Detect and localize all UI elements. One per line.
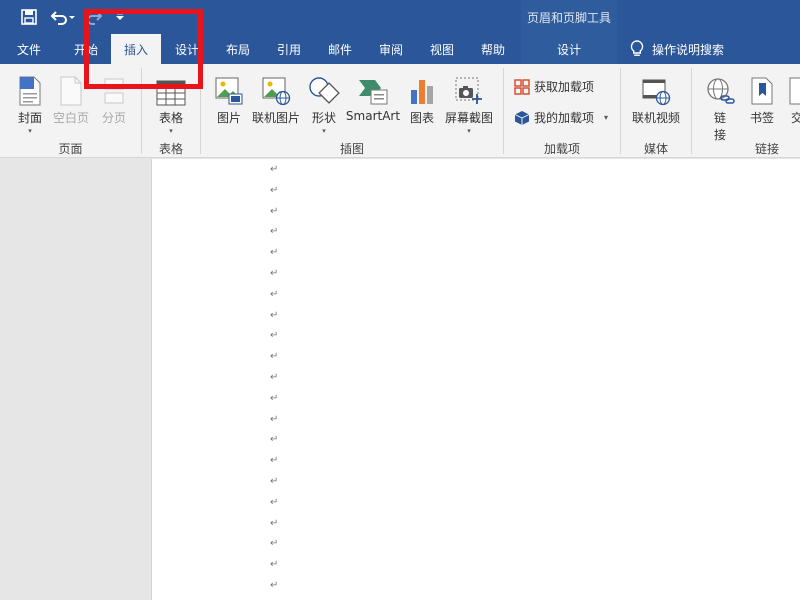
online-video-button[interactable]: 联机视频 [628,64,684,126]
screenshot-icon [454,70,484,106]
paragraph-mark: ↵ [270,476,279,487]
title-bar: 页眉和页脚工具 [0,0,800,34]
chevron-down-icon: ▾ [322,127,326,135]
tab-insert[interactable]: 插入 [111,34,161,64]
group-label-illustrations: 插图 [339,142,364,156]
paragraph-mark: ↵ [270,538,279,550]
cross-reference-button[interactable]: 交 [782,64,800,126]
paragraph-mark: ↵ [270,309,279,321]
ribbon-tabs: 文件 开始 插入 设计 布局 引用 邮件 审阅 视图 帮助 设计 操作说明搜索 [0,34,800,64]
paragraph-mark: ↵ [270,580,279,591]
tab-home[interactable]: 开始 [60,34,112,64]
tab-review[interactable]: 审阅 [366,34,416,64]
paragraph-mark: ↵ [270,517,279,529]
online-video-icon [641,70,671,106]
blank-page-icon [59,70,83,106]
tell-me-search[interactable]: 操作说明搜索 [630,34,724,64]
tab-mailings[interactable]: 邮件 [315,34,365,64]
paragraph-mark: ↵ [270,330,279,342]
chevron-down-icon: ▾ [467,127,471,135]
tab-view[interactable]: 视图 [417,34,467,64]
document-margin-area [0,159,151,600]
paragraph-mark: ↵ [270,164,279,175]
chevron-down-icon: ▾ [28,127,32,135]
page-break-icon [102,70,126,106]
redo-icon[interactable] [82,6,108,28]
group-label-tables: 表格 [158,142,183,156]
paragraph-mark: ↵ [270,184,279,196]
addin-cube-icon [514,110,530,125]
tab-references[interactable]: 引用 [264,34,314,64]
link-globe-icon [705,70,735,106]
context-tool-title: 页眉和页脚工具 [521,0,617,34]
shapes-icon [308,70,340,106]
group-label-links: 链接 [754,142,779,156]
paragraph-mark: ↵ [270,247,279,259]
table-button[interactable]: 表格 ▾ [148,64,194,135]
table-icon [156,70,186,106]
bookmark-icon [749,70,775,106]
paragraph-mark: ↵ [270,226,279,238]
paragraph-mark: ↵ [270,288,279,300]
undo-icon[interactable] [48,6,76,28]
my-addins-button[interactable]: 我的加载项 ▾ [514,109,608,126]
group-label-media: 媒体 [643,142,668,156]
picture-icon [214,70,244,106]
tell-me-label: 操作说明搜索 [652,42,725,57]
screenshot-button[interactable]: 屏幕截图 ▾ [441,64,497,135]
cross-reference-icon [788,70,800,106]
ribbon-insert: 封面 ▾ 空白页 分页 页面 表格 ▾ 表格 图片 联机图片 形状 ▾ Smar… [0,64,800,158]
customize-qat-icon[interactable] [112,6,128,28]
cover-page-button[interactable]: 封面 ▾ [10,64,50,135]
shapes-button[interactable]: 形状 ▾ [305,64,343,135]
link-button[interactable]: 链 接 [700,64,740,143]
smartart-button[interactable]: SmartArt [344,64,402,123]
online-pictures-button[interactable]: 联机图片 [249,64,303,126]
chart-icon [408,70,436,106]
paragraph-mark: ↵ [270,372,279,383]
paragraph-mark: ↵ [270,559,279,571]
tab-file[interactable]: 文件 [4,34,54,64]
tab-help[interactable]: 帮助 [468,34,518,64]
paragraph-mark: ↵ [270,392,279,404]
paragraph-mark: ↵ [270,351,279,363]
blank-page-button[interactable]: 空白页 [50,64,92,126]
tab-design[interactable]: 设计 [162,34,212,64]
paragraph-mark: ↵ [270,268,279,279]
document-page[interactable]: ↵ ↵ ↵ ↵ ↵ ↵ ↵ ↵ ↵ ↵ ↵ ↵ ↵ ↵ ↵ ↵ ↵ ↵ ↵ ↵ ↵ [151,159,800,600]
paragraph-mark: ↵ [270,455,279,467]
chart-button[interactable]: 图表 [404,64,440,126]
paragraph-mark: ↵ [270,434,279,446]
online-picture-icon [261,70,291,106]
lightbulb-icon [630,40,644,56]
chevron-down-icon: ▾ [169,127,173,135]
group-label-pages: 页面 [58,142,83,156]
smartart-icon [357,70,389,106]
save-icon[interactable] [18,6,40,28]
group-label-addins: 加载项 [543,142,580,156]
pictures-button[interactable]: 图片 [209,64,249,126]
tab-header-footer-design[interactable]: 设计 [521,34,617,64]
paragraph-mark: ↵ [270,496,279,508]
paragraph-mark: ↵ [270,413,279,425]
page-break-button[interactable]: 分页 [94,64,134,126]
bookmark-button[interactable]: 书签 [744,64,780,126]
paragraph-mark: ↵ [270,205,279,217]
cover-page-icon [18,70,42,106]
store-icon [514,78,530,95]
tab-layout[interactable]: 布局 [213,34,263,64]
get-addins-button[interactable]: 获取加载项 [514,78,594,95]
chevron-down-icon: ▾ [604,113,609,122]
